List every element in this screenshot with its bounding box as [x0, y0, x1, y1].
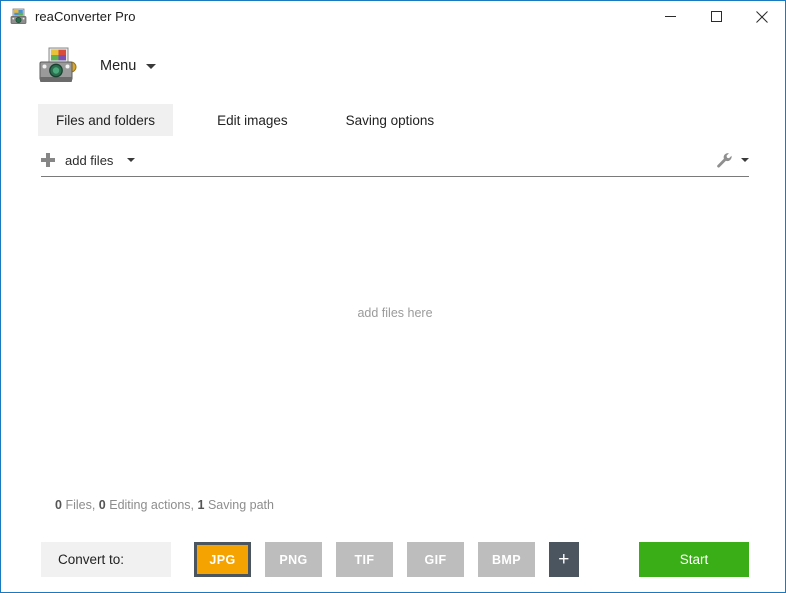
add-files-label: add files [65, 152, 114, 168]
window-controls [647, 1, 785, 32]
convert-to-label: Convert to: [41, 542, 171, 577]
tab-bar: Files and folders Edit images Saving opt… [38, 104, 452, 136]
reaconverter-logo [38, 47, 78, 85]
editing-actions-label: Editing actions, [109, 498, 195, 512]
maximize-button[interactable] [693, 1, 739, 32]
minimize-icon [664, 16, 676, 17]
window-title: reaConverter Pro [35, 9, 136, 24]
editing-actions-count: 0 [98, 498, 106, 512]
tab-edit-images[interactable]: Edit images [199, 104, 306, 136]
tools-button[interactable] [715, 151, 749, 169]
format-button-tif[interactable]: TIF [336, 542, 393, 577]
tab-saving-options[interactable]: Saving options [328, 104, 453, 136]
files-count: 0 [55, 498, 62, 512]
format-label: GIF [424, 552, 447, 567]
add-files-toolbar: add files [41, 144, 749, 177]
tab-label: Files and folders [56, 112, 156, 128]
chevron-down-icon[interactable] [741, 158, 749, 162]
menu-bar: Menu [38, 43, 157, 89]
chevron-down-icon[interactable] [146, 63, 157, 69]
chevron-down-icon[interactable] [127, 158, 136, 162]
wrench-icon [717, 153, 732, 168]
close-icon [756, 10, 768, 23]
tab-files-and-folders[interactable]: Files and folders [38, 104, 174, 136]
plus-icon [41, 153, 55, 167]
format-label: JPG [209, 552, 236, 567]
tab-label: Edit images [217, 112, 288, 128]
close-button[interactable] [739, 1, 785, 32]
title-bar: reaConverter Pro [1, 1, 785, 32]
minimize-button[interactable] [647, 1, 693, 32]
app-scanner-icon [10, 8, 27, 25]
bottom-bar: Convert to: JPG PNG TIF GIF BMP + Start [1, 534, 785, 592]
start-button[interactable]: Start [639, 542, 749, 577]
saving-path-count: 1 [197, 498, 205, 512]
format-label: TIF [354, 552, 375, 567]
format-button-jpg[interactable]: JPG [194, 542, 251, 577]
plus-icon: + [558, 549, 570, 570]
drop-area-placeholder: add files here [357, 305, 433, 320]
format-button-bmp[interactable]: BMP [478, 542, 535, 577]
files-label: Files, [65, 498, 96, 512]
start-button-label: Start [679, 552, 709, 567]
app-window: reaConverter Pro Menu Files and folders … [0, 0, 786, 593]
add-format-button[interactable]: + [549, 542, 579, 577]
tab-label: Saving options [345, 112, 435, 128]
output-format-group: JPG PNG TIF GIF BMP + [194, 542, 579, 577]
status-summary: 0 Files, 0 Editing actions, 1 Saving pat… [55, 498, 274, 512]
format-button-png[interactable]: PNG [265, 542, 322, 577]
format-label: PNG [279, 552, 308, 567]
maximize-icon [710, 11, 722, 22]
format-label: BMP [492, 552, 521, 567]
file-drop-area[interactable]: add files here [41, 177, 749, 484]
menu-button-label[interactable]: Menu [100, 58, 136, 74]
add-files-button[interactable]: add files [41, 152, 136, 168]
convert-to-text: Convert to: [58, 552, 125, 567]
format-button-gif[interactable]: GIF [407, 542, 464, 577]
saving-path-label: Saving path [207, 498, 274, 512]
